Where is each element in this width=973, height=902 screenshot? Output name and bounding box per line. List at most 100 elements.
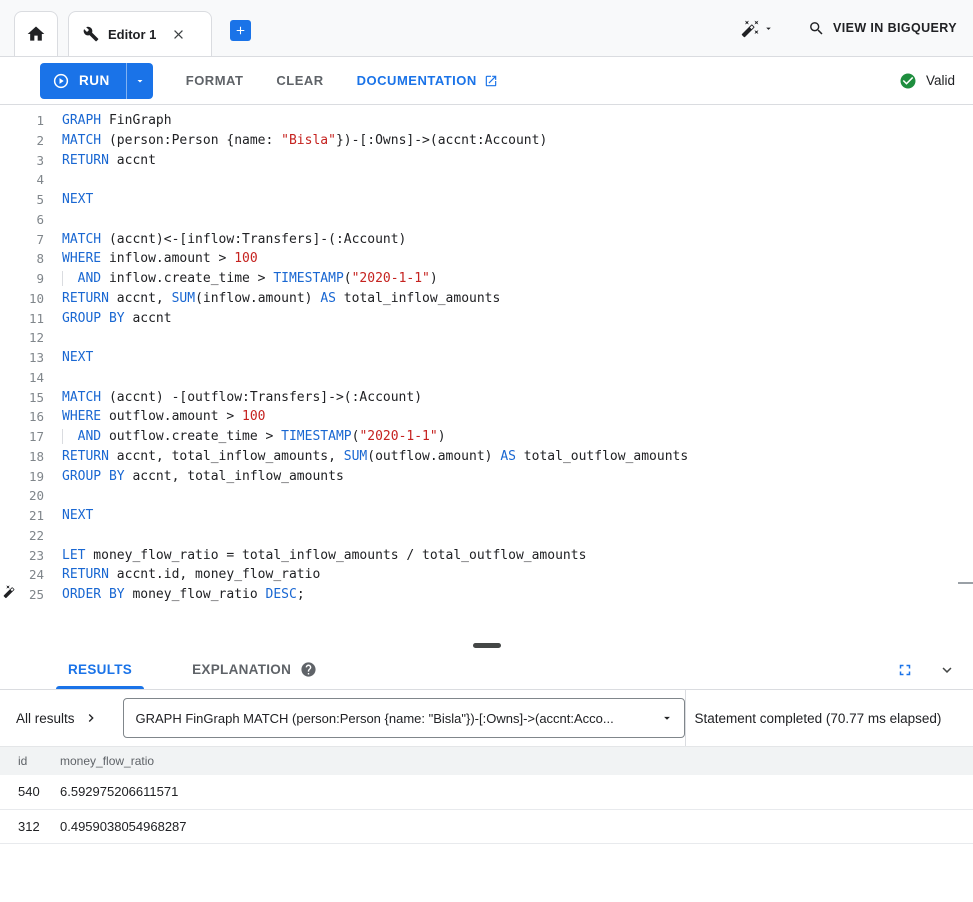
code-editor[interactable]: 1234567891011121314151617181920212223242…: [0, 105, 973, 640]
table-cell: 0.4959038054968287: [60, 809, 973, 843]
magic-wand-icon: [741, 19, 760, 38]
line-number: 20: [0, 486, 44, 506]
code-line: [62, 328, 973, 348]
tab-strip: Editor 1 VIEW IN B: [0, 0, 973, 57]
statement-dropdown[interactable]: GRAPH FinGraph MATCH (person:Person {nam…: [123, 698, 685, 738]
line-number: 3: [0, 151, 44, 171]
dropdown-caret-icon: [660, 711, 674, 725]
scrollbar-marker: [958, 582, 973, 584]
documentation-label: DOCUMENTATION: [357, 73, 477, 88]
line-number: 4: [0, 170, 44, 190]
panel-splitter[interactable]: [0, 640, 973, 650]
tab-home[interactable]: [14, 11, 58, 56]
table-cell: 312: [0, 809, 60, 843]
table-row: 3120.4959038054968287: [0, 809, 973, 843]
editor-tab-icon: [83, 26, 99, 42]
code-lines: GRAPH FinGraphMATCH (person:Person {name…: [44, 105, 973, 640]
editor-tab-label: Editor 1: [108, 27, 156, 42]
code-line: AND inflow.create_time > TIMESTAMP("2020…: [62, 269, 973, 289]
tab-explanation[interactable]: EXPLANATION: [180, 650, 329, 689]
code-line: GRAPH FinGraph: [62, 111, 973, 131]
statement-dropdown-value: GRAPH FinGraph MATCH (person:Person {nam…: [136, 711, 652, 726]
close-tab-icon[interactable]: [169, 25, 188, 44]
tab-strip-actions: VIEW IN BIGQUERY: [741, 19, 973, 38]
line-number: 8: [0, 249, 44, 269]
line-number: 21: [0, 506, 44, 526]
column-header-id: id: [0, 747, 60, 775]
code-line: RETURN accnt, total_inflow_amounts, SUM(…: [62, 447, 973, 467]
run-play-icon: [52, 72, 70, 90]
home-icon: [26, 24, 46, 44]
code-line: RETURN accnt.id, money_flow_ratio: [62, 565, 973, 585]
expand-icon: [896, 661, 914, 679]
code-line: [62, 486, 973, 506]
line-number: 5: [0, 190, 44, 210]
table-cell: 540: [0, 775, 60, 809]
query-toolbar: RUN FORMAT CLEAR DOCUMENTATION Valid: [0, 57, 973, 105]
results-tab-bar: RESULTS EXPLANATION: [0, 650, 973, 690]
line-number: 15: [0, 388, 44, 408]
all-results-button[interactable]: All results: [16, 710, 99, 726]
table-row: 5406.592975206611571: [0, 775, 973, 809]
code-line: [62, 368, 973, 388]
line-number: 16: [0, 407, 44, 427]
run-options-button[interactable]: [126, 63, 153, 99]
statement-status-container: Statement completed (70.77 ms elapsed): [685, 690, 973, 746]
code-line: NEXT: [62, 348, 973, 368]
view-in-bigquery-button[interactable]: VIEW IN BIGQUERY: [808, 20, 957, 37]
code-line: MATCH (accnt) -[outflow:Transfers]->(:Ac…: [62, 388, 973, 408]
expand-results-button[interactable]: [896, 661, 914, 679]
chevron-right-icon: [83, 710, 99, 726]
statement-status: Statement completed (70.77 ms elapsed): [695, 711, 942, 726]
code-line: GROUP BY accnt: [62, 309, 973, 329]
code-line: [62, 210, 973, 230]
run-button[interactable]: RUN: [40, 63, 126, 99]
results-table-body: 5406.5929752066115713120.495903805496828…: [0, 775, 973, 843]
all-results-label: All results: [16, 711, 75, 726]
code-line: LET money_flow_ratio = total_inflow_amou…: [62, 546, 973, 566]
clear-button[interactable]: CLEAR: [276, 73, 323, 88]
line-number: 22: [0, 526, 44, 546]
format-button[interactable]: FORMAT: [186, 73, 244, 88]
dropdown-caret-icon: [134, 75, 146, 87]
line-number: 9: [0, 269, 44, 289]
results-tab-label: RESULTS: [68, 662, 132, 677]
validation-status-label: Valid: [926, 73, 955, 88]
external-link-icon: [484, 74, 498, 88]
add-tab-icon: [234, 24, 247, 37]
line-number: 23: [0, 546, 44, 566]
chevron-down-icon: [938, 661, 956, 679]
line-number: 13: [0, 348, 44, 368]
tab-results[interactable]: RESULTS: [56, 650, 144, 689]
run-button-label: RUN: [79, 73, 110, 88]
quick-fix-wand-icon[interactable]: [3, 584, 19, 600]
valid-check-icon: [899, 72, 917, 90]
validation-status: Valid: [899, 72, 955, 90]
results-table: id money_flow_ratio 5406.592975206611571…: [0, 747, 973, 844]
table-cell: 6.592975206611571: [60, 775, 973, 809]
results-bar: All results GRAPH FinGraph MATCH (person…: [0, 690, 973, 747]
collapse-results-button[interactable]: [938, 661, 956, 679]
magic-wand-menu[interactable]: [741, 19, 774, 38]
splitter-grip: [473, 643, 501, 648]
code-line: [62, 526, 973, 546]
run-split-button: RUN: [40, 63, 153, 99]
tab-editor-1[interactable]: Editor 1: [68, 11, 212, 56]
line-number: 14: [0, 368, 44, 388]
line-number: 1: [0, 111, 44, 131]
code-line: ORDER BY money_flow_ratio DESC;: [62, 585, 973, 605]
help-icon[interactable]: [300, 661, 317, 678]
code-line: NEXT: [62, 506, 973, 526]
bigquery-icon: [808, 20, 825, 37]
code-line: MATCH (person:Person {name: "Bisla"})-[:…: [62, 131, 973, 151]
code-line: NEXT: [62, 190, 973, 210]
column-header-money-flow-ratio: money_flow_ratio: [60, 747, 973, 775]
line-number: 11: [0, 309, 44, 329]
documentation-button[interactable]: DOCUMENTATION: [357, 73, 498, 88]
chevron-down-icon: [763, 23, 774, 34]
line-number: 19: [0, 467, 44, 487]
add-tab-button[interactable]: [230, 20, 251, 41]
code-line: RETURN accnt: [62, 151, 973, 171]
code-line: [62, 170, 973, 190]
line-number: 2: [0, 131, 44, 151]
